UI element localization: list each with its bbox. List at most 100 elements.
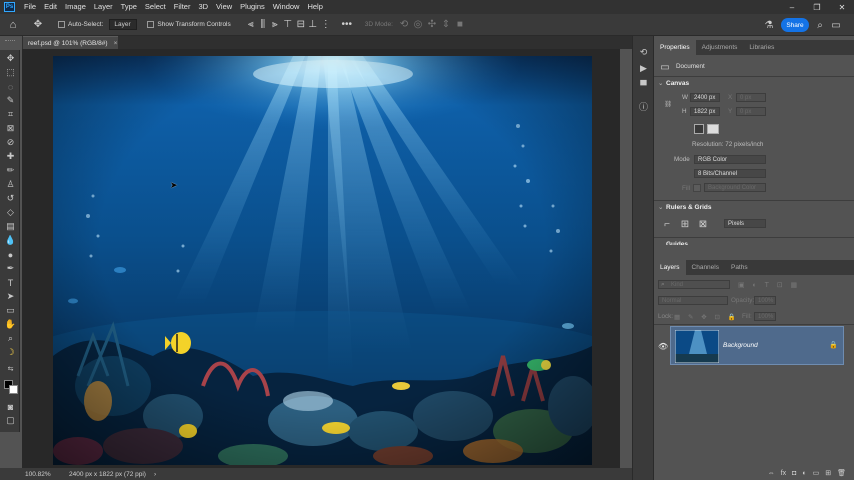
hand-tool-icon[interactable]: ✋ — [4, 318, 17, 331]
new-layer-icon[interactable]: ⊞ — [825, 469, 831, 477]
width-field[interactable]: 2400 px — [690, 93, 720, 102]
crop-tool-icon[interactable]: ⌗ — [4, 108, 17, 121]
frame-tool-icon[interactable]: ⊠ — [4, 122, 17, 135]
quick-select-tool-icon[interactable]: ✎ — [4, 94, 17, 107]
menu-file[interactable]: File — [20, 0, 40, 14]
eraser-tool-icon[interactable]: ◇ — [4, 206, 17, 219]
lock-icons[interactable]: ▦ ✎ ✥ ⊡ 🔒 — [674, 313, 739, 321]
canvas-collapse-icon[interactable]: ⌄ — [658, 80, 663, 87]
link-dimensions-icon[interactable]: ⛓ — [664, 100, 672, 108]
clone-stamp-icon[interactable]: ♙ — [4, 178, 17, 191]
menu-image[interactable]: Image — [61, 0, 90, 14]
path-select-icon[interactable]: ➤ — [4, 290, 17, 303]
link-layers-icon[interactable]: ⇔ — [768, 470, 775, 477]
layer-style-icon[interactable]: fx — [781, 470, 786, 477]
toolbar-grip[interactable] — [5, 40, 15, 42]
tab-adjustments[interactable]: Adjustments — [696, 40, 744, 55]
grid-icon[interactable]: ⊞ — [680, 219, 690, 230]
more-options-icon[interactable]: ••• — [339, 19, 355, 30]
opacity-field[interactable]: 100% — [754, 296, 776, 305]
canvas-image[interactable] — [53, 56, 592, 465]
ruler-units-dropdown[interactable]: Pixels — [724, 219, 766, 228]
eyedropper-tool-icon[interactable]: ⊘ — [4, 136, 17, 149]
align-middle-icon[interactable]: ⊟ — [295, 19, 307, 30]
blend-mode-dropdown[interactable]: Normal — [658, 296, 728, 305]
quick-mask-icon[interactable]: ◙ — [4, 400, 17, 413]
fill-opacity-field[interactable]: 100% — [754, 312, 776, 321]
move-tool-preset-icon[interactable]: ✥ — [26, 19, 50, 30]
type-tool-icon[interactable]: T — [4, 276, 17, 289]
layer-row-background[interactable]: 👁 Background 🔒 — [658, 326, 844, 365]
align-top-icon[interactable]: ⊤ — [281, 19, 295, 30]
new-group-icon[interactable]: ▭ — [813, 469, 820, 477]
pen-tool-icon[interactable]: ✒ — [4, 262, 17, 275]
bit-depth-dropdown[interactable]: 8 Bits/Channel — [694, 169, 766, 178]
ruler-icon[interactable]: ⌐ — [662, 219, 672, 230]
tab-layers[interactable]: Layers — [654, 260, 686, 275]
menu-view[interactable]: View — [212, 0, 236, 14]
maximize-button[interactable]: ❐ — [805, 0, 829, 14]
home-icon[interactable]: ⌂ — [0, 19, 26, 31]
distribute-icon[interactable]: ⋮ — [319, 19, 333, 30]
document-tab[interactable]: reef.psd @ 101% (RGB/8#) × — [23, 36, 118, 49]
search-icon[interactable]: ⌕ — [814, 18, 826, 32]
swap-colors-icon[interactable]: ⇆ — [4, 362, 17, 375]
brush-tool-icon[interactable]: ✏ — [4, 164, 17, 177]
menu-plugins[interactable]: Plugins — [236, 0, 269, 14]
auto-select-dropdown[interactable]: Layer — [109, 19, 138, 30]
tab-paths[interactable]: Paths — [725, 260, 754, 275]
screen-mode-icon[interactable]: ▢ — [4, 414, 17, 427]
delete-layer-icon[interactable]: 🗑 — [837, 469, 846, 477]
status-menu-arrow[interactable]: › — [154, 471, 156, 478]
visibility-eye-icon[interactable]: 👁 — [658, 342, 668, 351]
color-mode-dropdown[interactable]: RGB Color — [694, 155, 766, 164]
dodge-tool-icon[interactable]: ● — [4, 248, 17, 261]
add-mask-icon[interactable]: ◘ — [792, 470, 796, 477]
minimize-button[interactable]: – — [780, 0, 804, 14]
portrait-orientation-icon[interactable] — [694, 124, 704, 134]
info-icon[interactable]: ⓘ — [637, 100, 650, 113]
menu-3d[interactable]: 3D — [194, 0, 212, 14]
fill-dropdown[interactable]: Background Color — [704, 183, 766, 192]
history-icon[interactable]: ⟲ — [637, 46, 650, 59]
menu-filter[interactable]: Filter — [170, 0, 195, 14]
flask-icon[interactable]: ⚗ — [762, 18, 776, 32]
workspace-icon[interactable]: ▭ — [830, 18, 842, 32]
align-right-icon[interactable]: ⫸ — [269, 19, 281, 30]
adjustment-layer-icon[interactable]: ◐ — [802, 470, 806, 477]
zoom-tool-icon[interactable]: ⌕ — [4, 332, 17, 345]
marquee-tool-icon[interactable]: ⬚ — [4, 66, 17, 79]
close-tab-icon[interactable]: × — [114, 40, 118, 47]
layer-name[interactable]: Background — [723, 342, 758, 349]
zoom-level[interactable]: 100.82% — [25, 471, 65, 478]
rulers-collapse-icon[interactable]: ⌄ — [658, 204, 663, 211]
tab-libraries[interactable]: Libraries — [743, 40, 780, 55]
3d-orbit-icon[interactable]: ⟲ — [397, 19, 411, 30]
3d-scale-icon[interactable]: ■ — [453, 19, 467, 30]
gradient-tool-icon[interactable]: ▤ — [4, 220, 17, 233]
menu-select[interactable]: Select — [141, 0, 170, 14]
layer-filter-icons[interactable]: ▣ ◐ T ⊡ ▦ — [738, 281, 800, 289]
lasso-tool-icon[interactable]: ◌ — [4, 80, 17, 93]
menu-help[interactable]: Help — [303, 0, 326, 14]
share-button[interactable]: Share — [781, 18, 809, 32]
y-field[interactable]: 0 px — [736, 107, 766, 116]
checkbox-box[interactable] — [58, 21, 65, 28]
tab-properties[interactable]: Properties — [654, 40, 696, 55]
height-field[interactable]: 1822 px — [690, 107, 720, 116]
align-center-icon[interactable]: ⫼ — [257, 19, 269, 30]
menu-window[interactable]: Window — [269, 0, 304, 14]
actions-play-icon[interactable]: ▶ — [637, 62, 650, 75]
fill-swatch[interactable] — [693, 184, 701, 192]
comments-icon[interactable]: ▀ — [637, 78, 650, 91]
healing-brush-icon[interactable]: ✚ — [4, 150, 17, 163]
tab-channels[interactable]: Channels — [686, 260, 725, 275]
menu-edit[interactable]: Edit — [40, 0, 61, 14]
history-brush-icon[interactable]: ↺ — [4, 192, 17, 205]
rectangle-tool-icon[interactable]: ▭ — [4, 304, 17, 317]
blur-tool-icon[interactable]: 💧 — [4, 234, 17, 247]
menu-layer[interactable]: Layer — [90, 0, 117, 14]
align-bottom-icon[interactable]: ⊥ — [307, 19, 319, 30]
checkbox-box[interactable] — [147, 21, 155, 28]
x-field[interactable]: 0 px — [736, 93, 766, 102]
